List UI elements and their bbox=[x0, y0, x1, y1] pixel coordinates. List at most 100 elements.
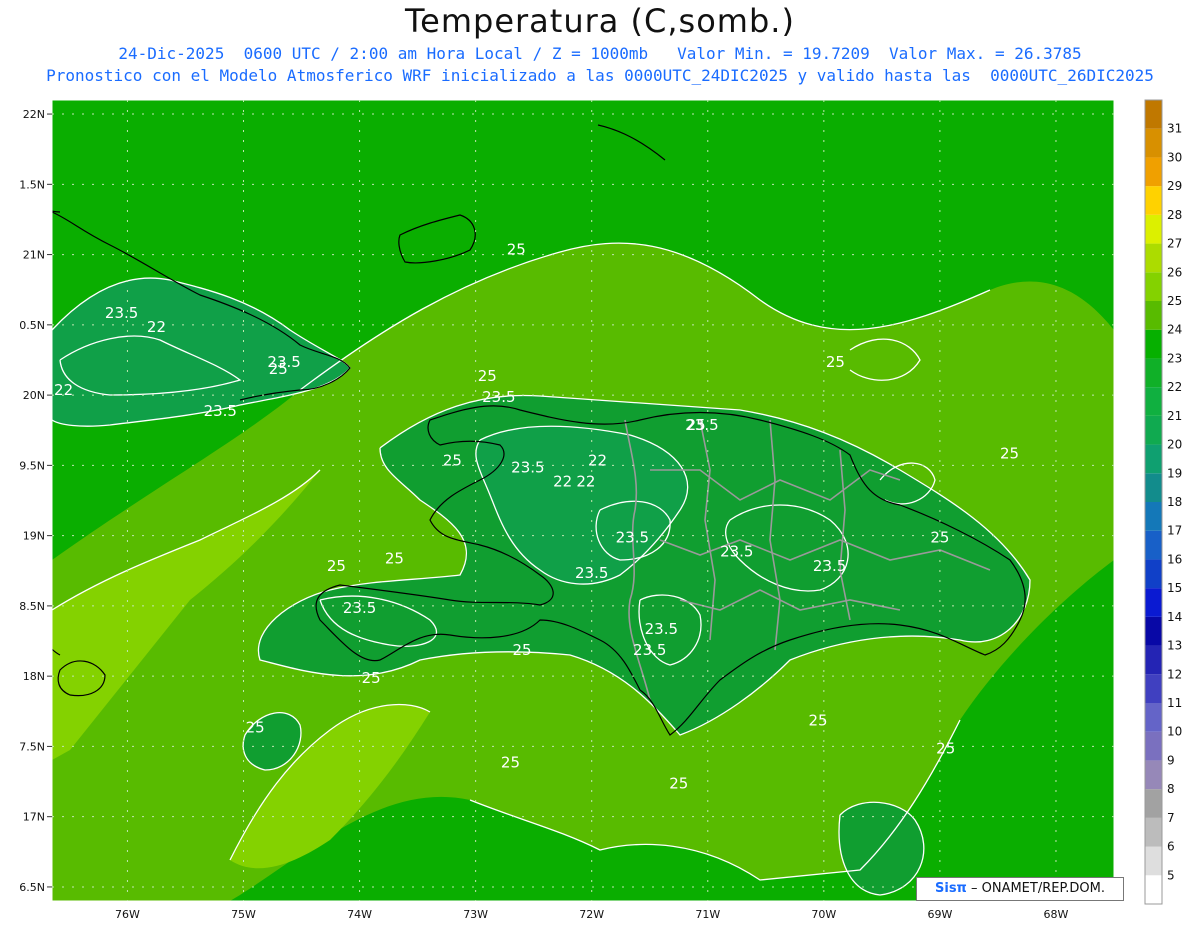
lat-tick-label: 6.5N bbox=[19, 881, 45, 894]
colorbar-label: 18 bbox=[1167, 495, 1182, 509]
colorbar-label: 26 bbox=[1167, 265, 1182, 279]
contour-label: 25 bbox=[808, 711, 827, 729]
colorbar-label: 9 bbox=[1167, 753, 1175, 767]
colorbar-swatch bbox=[1145, 789, 1162, 818]
colorbar-label: 31 bbox=[1167, 122, 1182, 136]
colorbar-swatch bbox=[1145, 588, 1162, 617]
colorbar-label: 8 bbox=[1167, 782, 1175, 796]
colorbar-swatch bbox=[1145, 272, 1162, 301]
contour-label: 25 bbox=[501, 754, 520, 772]
colorbar-swatch bbox=[1145, 875, 1162, 904]
lon-tick-label: 72W bbox=[579, 908, 604, 921]
contour-label: 22 bbox=[553, 472, 572, 490]
colorbar-label: 11 bbox=[1167, 696, 1182, 710]
contour-label: 23.5 bbox=[616, 529, 649, 547]
lat-tick-label: 21N bbox=[23, 249, 45, 262]
colorbar-label: 29 bbox=[1167, 179, 1182, 193]
colorbar-swatch bbox=[1145, 243, 1162, 273]
contour-label: 23.5 bbox=[685, 416, 718, 434]
colorbar-label: 7 bbox=[1167, 811, 1175, 825]
colorbar-label: 13 bbox=[1167, 639, 1182, 653]
colorbar-label: 19 bbox=[1167, 466, 1182, 480]
colorbar-swatch bbox=[1145, 157, 1162, 187]
temperature-map: 76W 75W 74W 73W 72W 71W 70W 69W 68W 22N 1.5N 21N 0.5… bbox=[19, 99, 1182, 921]
lon-tick-label: 69W bbox=[927, 908, 952, 921]
lat-tick-label: 8.5N bbox=[19, 600, 45, 613]
contour-label: 25 bbox=[327, 557, 346, 575]
colorbar-swatch bbox=[1145, 674, 1162, 703]
colorbar-swatch bbox=[1145, 559, 1162, 589]
colorbar-swatch bbox=[1145, 444, 1162, 474]
contour-label: 23.5 bbox=[267, 353, 300, 371]
lon-tick-label: 76W bbox=[115, 908, 140, 921]
colorbar-label: 24 bbox=[1167, 323, 1182, 337]
colorbar-label: 14 bbox=[1167, 610, 1182, 624]
logo-brand: Sisπ bbox=[935, 881, 967, 896]
contour-label: 25 bbox=[669, 775, 688, 793]
colorbar-swatch bbox=[1145, 731, 1162, 761]
lat-tick-label: 1.5N bbox=[19, 178, 45, 191]
colorbar-label: 23 bbox=[1167, 351, 1182, 365]
lon-tick-label: 73W bbox=[463, 908, 488, 921]
colorbar-swatch bbox=[1145, 760, 1162, 790]
lat-tick-label: 22N bbox=[23, 108, 45, 121]
contour-label: 23.5 bbox=[511, 458, 544, 476]
colorbar-label: 6 bbox=[1167, 840, 1175, 854]
contour-label: 22 bbox=[576, 472, 595, 490]
contour-label: 23.5 bbox=[720, 543, 753, 561]
lon-tick-label: 68W bbox=[1044, 908, 1069, 921]
lat-tick-label: 18N bbox=[23, 670, 45, 683]
contour-label: 23.5 bbox=[645, 620, 678, 638]
contour-label: 25 bbox=[362, 669, 381, 687]
temperature-field bbox=[52, 100, 1114, 901]
colorbar-swatch bbox=[1145, 703, 1162, 732]
lon-tick-label: 74W bbox=[347, 908, 372, 921]
lat-tick-label: 0.5N bbox=[19, 319, 45, 332]
contour-label: 25 bbox=[513, 641, 532, 659]
colorbar-label: 28 bbox=[1167, 208, 1182, 222]
colorbar: 5 6 7 8 9 10 11 12 13 14 15 16 17 18 19 20 21 22 23 24 25 26 2… bbox=[1144, 99, 1182, 905]
contour-label: 25 bbox=[507, 241, 526, 259]
contour-label: 23.5 bbox=[105, 304, 138, 322]
colorbar-swatch bbox=[1145, 128, 1162, 158]
colorbar-swatch bbox=[1145, 645, 1162, 675]
colorbar-swatch bbox=[1145, 817, 1162, 847]
lat-tick-label: 9.5N bbox=[19, 459, 45, 472]
contour-label: 25 bbox=[826, 353, 845, 371]
colorbar-label: 15 bbox=[1167, 581, 1182, 595]
lat-tick-label: 17N bbox=[23, 811, 45, 824]
colorbar-label: 25 bbox=[1167, 294, 1182, 308]
colorbar-label: 10 bbox=[1167, 725, 1182, 739]
contour-label: 23.5 bbox=[633, 641, 666, 659]
brand-logo: Sisπ – ONAMET/REP.DOM. bbox=[916, 877, 1124, 901]
colorbar-swatch bbox=[1145, 301, 1162, 330]
colorbar-label: 27 bbox=[1167, 237, 1182, 251]
contour-label: 25 bbox=[246, 718, 265, 736]
contour-label: 25 bbox=[930, 529, 949, 547]
lon-tick-label: 71W bbox=[695, 908, 720, 921]
colorbar-label: 20 bbox=[1167, 438, 1182, 452]
lat-tick-label: 19N bbox=[23, 530, 45, 543]
colorbar-label: 17 bbox=[1167, 524, 1182, 538]
colorbar-label: 30 bbox=[1167, 150, 1182, 164]
contour-label: 22 bbox=[588, 451, 607, 469]
lon-tick-label: 70W bbox=[811, 908, 836, 921]
logo-text: – ONAMET/REP.DOM. bbox=[966, 881, 1105, 896]
contour-label: 23.5 bbox=[482, 388, 515, 406]
colorbar-label: 22 bbox=[1167, 380, 1182, 394]
colorbar-swatch bbox=[1145, 846, 1162, 876]
colorbar-label: 5 bbox=[1167, 868, 1175, 882]
colorbar-swatch bbox=[1145, 329, 1162, 359]
contour-label: 22 bbox=[147, 318, 166, 336]
contour-label: 23.5 bbox=[575, 564, 608, 582]
contour-label: 25 bbox=[385, 550, 404, 568]
colorbar-swatch bbox=[1145, 473, 1162, 502]
colorbar-swatch bbox=[1145, 415, 1162, 445]
contour-label: 25 bbox=[936, 739, 955, 757]
colorbar-swatch bbox=[1145, 358, 1162, 388]
colorbar-label: 21 bbox=[1167, 409, 1182, 423]
lat-tick-label: 7.5N bbox=[19, 740, 45, 753]
colorbar-swatch bbox=[1145, 616, 1162, 646]
colorbar-label: 16 bbox=[1167, 552, 1182, 566]
contour-label: 23.5 bbox=[813, 557, 846, 575]
